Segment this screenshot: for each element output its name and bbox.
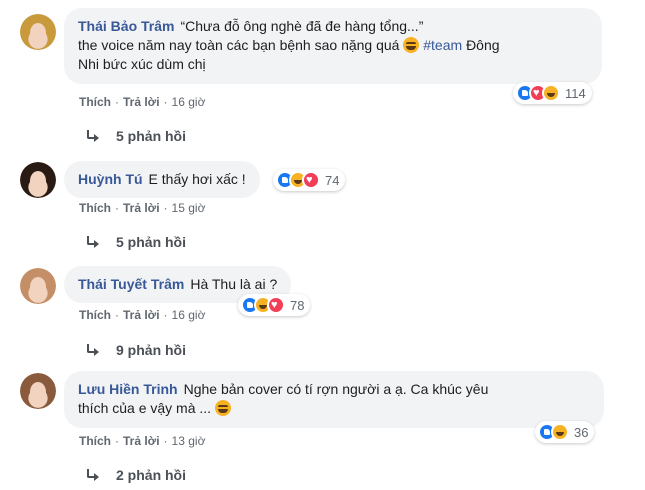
- like-link[interactable]: Thích: [79, 201, 111, 215]
- avatar[interactable]: [20, 373, 56, 409]
- haha-reaction-icon: [551, 423, 569, 441]
- comment-actions: Thích · Trả lời · 16 giờ: [79, 95, 205, 109]
- timestamp[interactable]: 13 giờ: [172, 434, 206, 448]
- comment-text: the voice năm nay toàn các bạn bệnh sao …: [78, 37, 400, 53]
- comment-actions: Thích · Trả lời · 15 giờ: [79, 201, 205, 215]
- avatar[interactable]: [20, 268, 56, 304]
- replies-count: 5 phản hồi: [116, 128, 186, 144]
- replies-count: 9 phản hồi: [116, 342, 186, 358]
- separator: ·: [115, 434, 119, 448]
- avatar[interactable]: [20, 162, 56, 198]
- comment-author[interactable]: Huỳnh Tú: [78, 171, 143, 187]
- comment-text: thích của e vậy mà ...: [78, 400, 212, 416]
- comment-text: Hà Thu là ai ?: [190, 276, 278, 292]
- comment-bubble: Thái Bảo Trâm “Chưa đỗ ông nghè đã đe hàn…: [64, 8, 602, 84]
- haha-reaction-icon: [542, 84, 560, 102]
- avatar[interactable]: [20, 14, 56, 50]
- reaction-summary[interactable]: 78: [238, 294, 311, 316]
- comment-author[interactable]: Thái Bảo Trâm: [78, 18, 174, 34]
- reaction-count: 114: [565, 85, 586, 101]
- reply-link[interactable]: Trả lời: [123, 95, 160, 109]
- like-link[interactable]: Thích: [79, 308, 111, 322]
- reply-arrow-icon: [86, 343, 100, 357]
- reaction-summary[interactable]: 36: [535, 421, 595, 443]
- replies-count: 5 phản hồi: [116, 234, 186, 250]
- separator: ·: [163, 434, 168, 448]
- like-link[interactable]: Thích: [79, 434, 111, 448]
- reply-arrow-icon: [86, 129, 100, 143]
- comment-bubble: Lưu Hiền Trinh Nghe bản cover có tí rợn n…: [64, 371, 604, 428]
- comment-actions: Thích · Trả lời · 13 giờ: [79, 434, 205, 448]
- view-replies-link[interactable]: 2 phản hồi: [86, 467, 186, 483]
- separator: ·: [115, 201, 119, 215]
- separator: ·: [163, 95, 168, 109]
- view-replies-link[interactable]: 5 phản hồi: [86, 128, 186, 144]
- comment-text: “Chưa đỗ ông nghè đã đe hàng tổng...”: [180, 18, 424, 34]
- reply-arrow-icon: [86, 468, 100, 482]
- separator: ·: [115, 95, 119, 109]
- comment-text: Nghe bản cover có tí rợn người a ạ. Ca k…: [183, 381, 489, 397]
- reply-link[interactable]: Trả lời: [123, 201, 160, 215]
- like-link[interactable]: Thích: [79, 95, 111, 109]
- comment-text: Nhi bức xúc dùm chị: [78, 56, 206, 72]
- comment-author[interactable]: Lưu Hiền Trinh: [78, 381, 178, 397]
- timestamp[interactable]: 15 giờ: [172, 201, 206, 215]
- separator: ·: [163, 201, 168, 215]
- timestamp[interactable]: 16 giờ: [172, 95, 206, 109]
- reaction-count: 36: [574, 424, 589, 440]
- comment-actions: Thích · Trả lời · 16 giờ: [79, 308, 205, 322]
- reply-arrow-icon: [86, 235, 100, 249]
- separator: ·: [115, 308, 119, 322]
- comment-bubble: Huỳnh Tú E thấy hơi xấc !: [64, 161, 260, 198]
- reaction-summary[interactable]: 74: [273, 169, 346, 191]
- reply-link[interactable]: Trả lời: [123, 434, 160, 448]
- comment-text: Đông: [466, 37, 500, 53]
- grinning-face-emoji-icon: [214, 400, 231, 416]
- reaction-summary[interactable]: 114: [513, 82, 592, 104]
- comment-text: E thấy hơi xấc !: [148, 171, 246, 187]
- reaction-count: 74: [325, 172, 340, 188]
- replies-count: 2 phản hồi: [116, 467, 186, 483]
- love-reaction-icon: [302, 171, 320, 189]
- love-reaction-icon: [267, 296, 285, 314]
- view-replies-link[interactable]: 5 phản hồi: [86, 234, 186, 250]
- reply-link[interactable]: Trả lời: [123, 308, 160, 322]
- comment-author[interactable]: Thái Tuyết Trâm: [78, 276, 184, 292]
- view-replies-link[interactable]: 9 phản hồi: [86, 342, 186, 358]
- reaction-count: 78: [290, 297, 305, 313]
- separator: ·: [163, 308, 168, 322]
- hashtag-link[interactable]: #team: [423, 37, 462, 53]
- rolling-on-floor-laughing-emoji-icon: [403, 37, 420, 53]
- timestamp[interactable]: 16 giờ: [172, 308, 206, 322]
